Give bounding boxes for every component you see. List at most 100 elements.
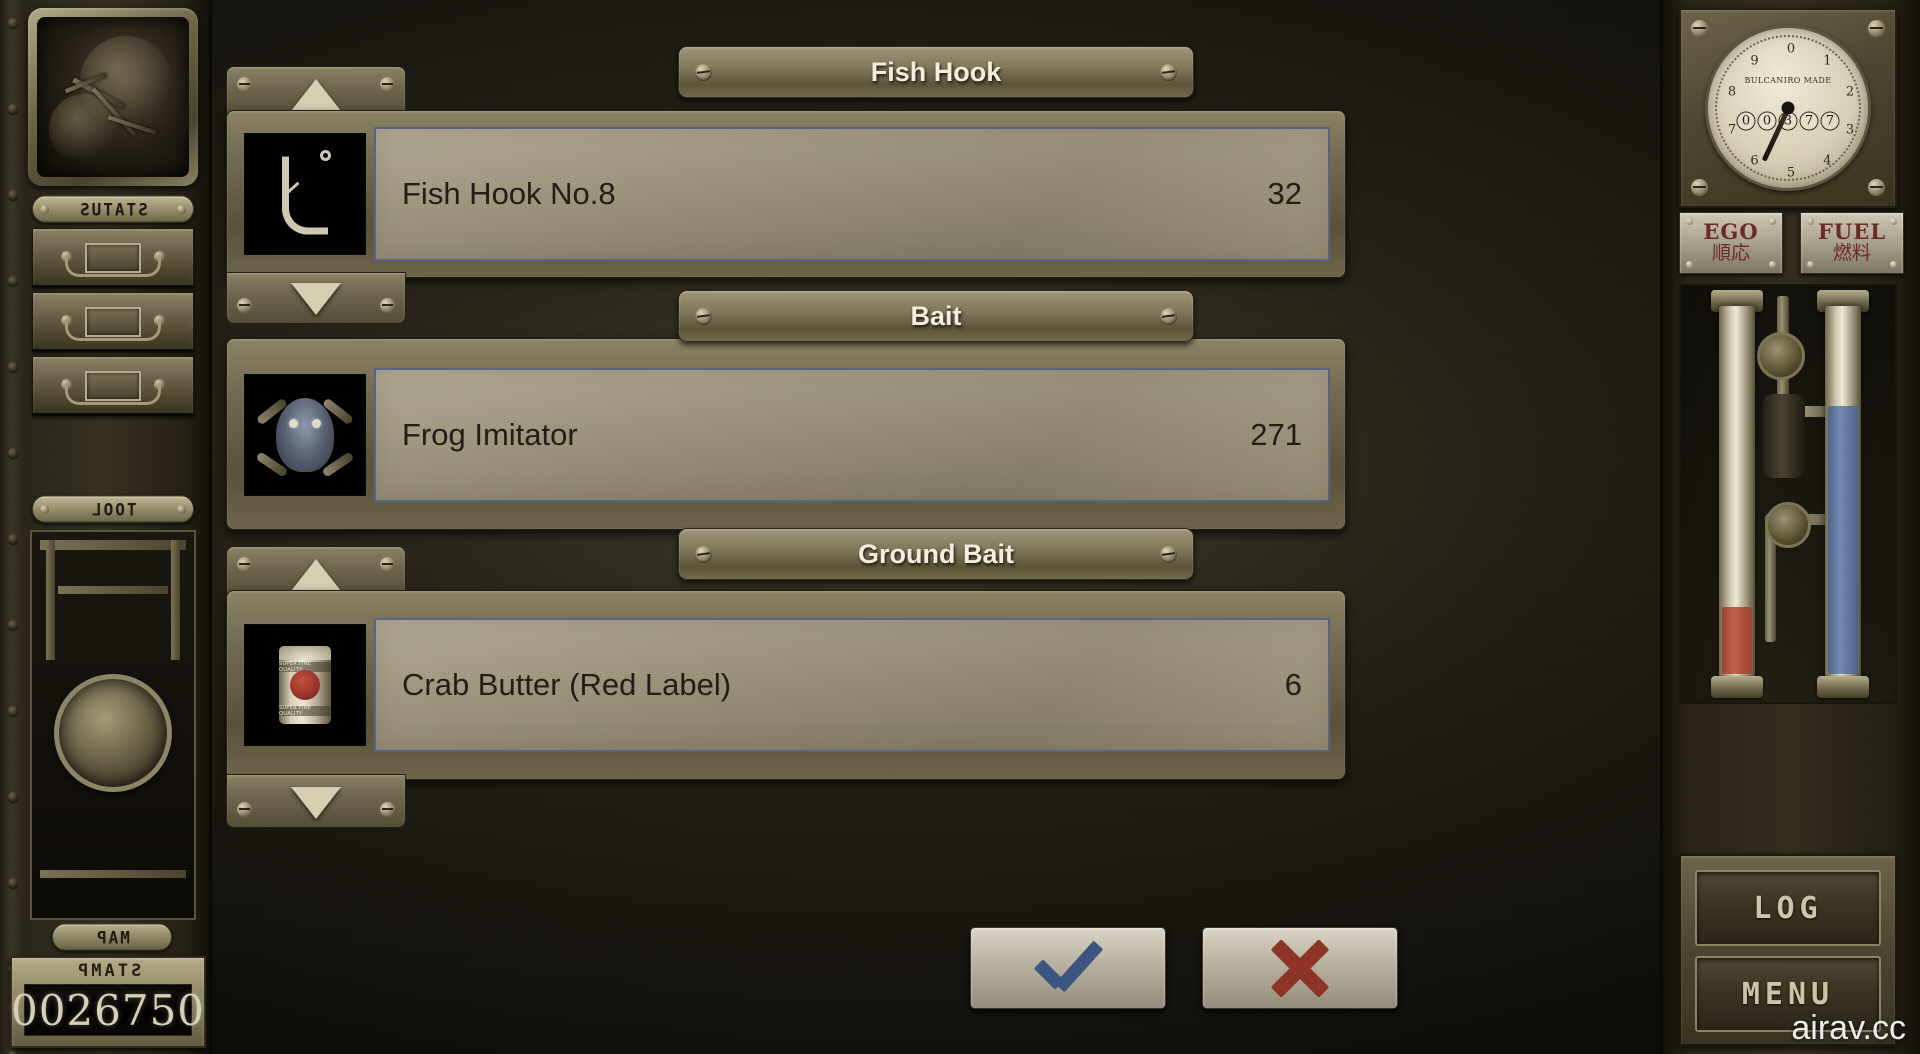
- tool-viewport[interactable]: [30, 530, 196, 920]
- handle-icon: [65, 383, 161, 405]
- screw-icon: [380, 557, 395, 572]
- gauge-maker-text: BULCANIRO MADE: [1744, 76, 1832, 85]
- pin-icon: [1769, 261, 1776, 268]
- tool-plate-label: TOOL: [89, 499, 137, 519]
- rivet-icon: [8, 18, 18, 28]
- screw-icon: [1160, 545, 1177, 563]
- ground-bait-item-row[interactable]: SUPER FINE QUALITY SUPER FINE QUALITY Cr…: [244, 618, 1330, 752]
- ego-tube-cap-bottom: [1711, 676, 1763, 698]
- close-icon: [1269, 937, 1331, 999]
- rivet-icon: [8, 792, 18, 802]
- fish-hook-title: Fish Hook: [870, 56, 1002, 87]
- odometer-digit: 0: [1757, 111, 1777, 131]
- screw-icon: [177, 504, 186, 514]
- dial-number: 4: [1823, 153, 1832, 169]
- odometer-digit: 7: [1799, 111, 1819, 131]
- ego-tube: [1719, 306, 1755, 678]
- machinery-viewport: [1679, 284, 1897, 704]
- rivet-icon: [8, 104, 18, 114]
- check-icon: [1032, 948, 1104, 988]
- status-drawer-3[interactable]: [32, 356, 194, 416]
- character-portrait-image: [37, 17, 189, 177]
- log-button-label: LOG: [1753, 890, 1823, 926]
- ego-fill-level: [1722, 607, 1752, 674]
- fish-hook-item-row[interactable]: Fish Hook No.8 32: [244, 127, 1330, 261]
- can-icon: SUPER FINE QUALITY SUPER FINE QUALITY: [244, 624, 366, 746]
- bait-item-field[interactable]: Frog Imitator 271: [374, 368, 1330, 502]
- screw-icon: [237, 557, 252, 572]
- left-sidebar: STATUS TOOL MAP STAMP 0026750: [0, 0, 212, 1054]
- screw-icon: [40, 504, 49, 514]
- handle-icon: [65, 255, 161, 277]
- handle-icon: [65, 319, 161, 341]
- frog-lure-icon: [244, 374, 366, 496]
- screw-icon: [695, 307, 712, 325]
- screw-icon: [237, 298, 252, 313]
- gauge-hub: [1781, 101, 1795, 115]
- valve-wheel-icon: [1765, 502, 1811, 548]
- screw-icon: [380, 77, 395, 92]
- rivet-icon: [8, 620, 18, 630]
- tool-plate: TOOL: [32, 495, 194, 523]
- confirm-button[interactable]: [970, 927, 1166, 1009]
- rivet-icon: [8, 1050, 18, 1054]
- screw-icon: [1868, 179, 1885, 196]
- dial-number: 0: [1786, 41, 1796, 57]
- stamp-caption: STAMP: [74, 961, 142, 981]
- ground-bait-scroll-down-tab[interactable]: [226, 774, 406, 828]
- screw-icon: [380, 802, 395, 817]
- screw-icon: [1868, 20, 1885, 37]
- dial-number: 6: [1750, 153, 1759, 169]
- ground-bait-scroll-up-arrow[interactable]: [291, 559, 341, 591]
- ground-bait-title: Ground Bait: [858, 538, 1014, 569]
- fish-hook-item-qty: 32: [1267, 176, 1302, 211]
- fuel-label-en: FUEL: [1818, 219, 1886, 245]
- pin-icon: [1769, 218, 1776, 225]
- bait-item-name: Frog Imitator: [402, 417, 578, 452]
- pin-icon: [1807, 261, 1814, 268]
- status-drawer-1[interactable]: [32, 228, 194, 288]
- dial-number: 8: [1727, 84, 1737, 100]
- rivet-icon: [8, 448, 18, 458]
- menu-button-label: MENU: [1741, 976, 1835, 1012]
- stamp-display: 0026750: [11, 984, 204, 1036]
- log-button[interactable]: LOG: [1695, 870, 1881, 946]
- dial-number: 7: [1727, 122, 1737, 138]
- dial-number: 9: [1750, 53, 1759, 69]
- status-plate: STATUS: [32, 195, 194, 223]
- rivet-icon: [8, 534, 18, 544]
- screw-icon: [40, 204, 49, 214]
- ground-bait-item-field[interactable]: Crab Butter (Red Label) 6: [374, 618, 1330, 752]
- pin-icon: [1686, 218, 1693, 225]
- screw-icon: [1691, 20, 1708, 37]
- map-plate: MAP: [52, 923, 172, 951]
- dial-number: 5: [1786, 165, 1796, 181]
- fish-hook-title-plate: Fish Hook: [678, 46, 1194, 98]
- fish-hook-item-field[interactable]: Fish Hook No.8 32: [374, 127, 1330, 261]
- stamp-counter: STAMP 0026750: [10, 956, 206, 1048]
- bait-title-plate: Bait: [678, 290, 1194, 342]
- screw-icon: [695, 545, 712, 563]
- ground-bait-scroll-down-arrow[interactable]: [291, 787, 341, 819]
- cancel-button[interactable]: [1202, 927, 1398, 1009]
- fuel-label-jp: 燃料: [1832, 243, 1871, 265]
- status-drawer-2[interactable]: [32, 292, 194, 352]
- fish-hook-scroll-up-arrow[interactable]: [291, 79, 341, 111]
- screw-icon: [380, 298, 395, 313]
- fish-hook-scroll-down-arrow[interactable]: [291, 283, 341, 315]
- compass-dial-icon: [54, 673, 172, 792]
- pressure-gauge-housing: BULCANIRO MADE 0123456789 00377: [1679, 8, 1897, 208]
- ego-label-jp: 順応: [1711, 243, 1750, 265]
- rivet-icon: [8, 706, 18, 716]
- bait-item-row[interactable]: Frog Imitator 271: [244, 368, 1330, 502]
- fish-hook-scroll-down-tab[interactable]: [226, 272, 406, 324]
- screw-icon: [1691, 179, 1708, 196]
- map-plate-label: MAP: [94, 927, 130, 947]
- screw-icon: [177, 204, 186, 214]
- left-rivet-strip: [0, 0, 26, 1054]
- screw-icon: [1160, 307, 1177, 325]
- pin-icon: [1890, 218, 1897, 225]
- odometer-digit: 0: [1736, 111, 1756, 131]
- character-portrait-frame[interactable]: [28, 8, 198, 186]
- fuel-tube: [1825, 306, 1861, 678]
